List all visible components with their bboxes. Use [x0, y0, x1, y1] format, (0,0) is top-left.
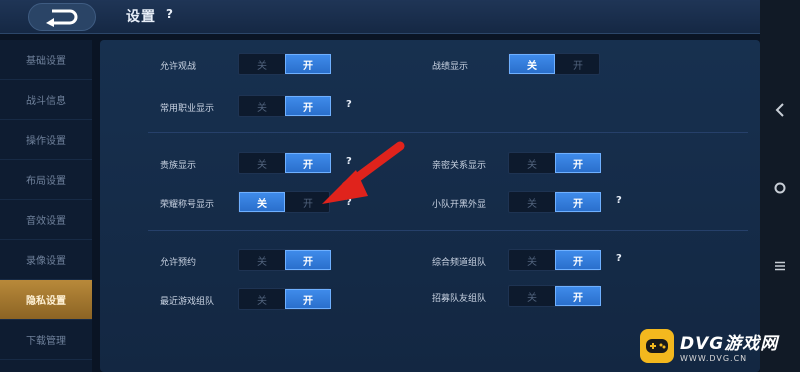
sidebar-item-label: 战斗信息 [26, 96, 66, 107]
toggle-general-channel-team[interactable]: 关 开 [508, 249, 601, 271]
sidebar-item-label: 隐私设置 [26, 296, 66, 307]
sidebar-item-layout[interactable]: 布局设置 [0, 160, 92, 200]
header-bar: 设置 ? [0, 0, 760, 34]
toggle-off-option[interactable]: 关 [509, 250, 555, 270]
menu-icon[interactable] [770, 256, 790, 276]
toggle-on-option[interactable]: 开 [285, 54, 331, 74]
help-button[interactable]: ? [346, 99, 352, 110]
red-arrow-annotation [322, 141, 405, 204]
toggle-off-option[interactable]: 关 [239, 153, 285, 173]
setting-label: 允许观战 [160, 62, 197, 72]
toggle-off-option[interactable]: 关 [239, 54, 285, 74]
help-button[interactable]: ? [616, 195, 622, 206]
sidebar-item-label: 布局设置 [26, 176, 66, 187]
setting-label: 综合频道组队 [432, 258, 487, 268]
sidebar-item-label: 下载管理 [26, 336, 66, 347]
toggle-on-option[interactable]: 开 [555, 192, 601, 212]
toggle-allow-reservation[interactable]: 关 开 [238, 249, 331, 271]
setting-label: 小队开黑外显 [432, 200, 487, 210]
watermark-name: DVG游戏网 [680, 334, 779, 354]
sidebar-item-label: 操作设置 [26, 136, 66, 147]
setting-label: 战绩显示 [432, 62, 469, 72]
help-button[interactable]: ? [616, 253, 622, 264]
setting-label: 荣耀称号显示 [160, 200, 215, 210]
toggle-common-role-display[interactable]: 关 开 [238, 95, 331, 117]
settings-sidebar: 基础设置 战斗信息 操作设置 布局设置 音效设置 录像设置 隐私设置 下载管理 [0, 40, 92, 372]
sidebar-item-label: 基础设置 [26, 56, 66, 67]
setting-label: 允许预约 [160, 258, 197, 268]
toggle-on-option[interactable]: 开 [555, 153, 601, 173]
sidebar-item-label: 音效设置 [26, 216, 66, 227]
toggle-on-option[interactable]: 开 [555, 250, 601, 270]
toggle-allow-spectate[interactable]: 关 开 [238, 53, 331, 75]
sidebar-item-label: 录像设置 [26, 256, 66, 267]
page-title: 设置 [126, 9, 156, 25]
toggle-recent-game-team[interactable]: 关 开 [238, 288, 331, 310]
toggle-off-option[interactable]: 关 [239, 250, 285, 270]
toggle-on-option[interactable]: 开 [285, 289, 331, 309]
section-divider [148, 230, 748, 231]
setting-label: 贵族显示 [160, 161, 197, 171]
setting-label: 招募队友组队 [432, 294, 487, 304]
setting-label: 常用职业显示 [160, 104, 215, 114]
toggle-on-option[interactable]: 开 [555, 286, 601, 306]
chevron-left-icon[interactable] [770, 100, 790, 120]
sidebar-item-controls[interactable]: 操作设置 [0, 120, 92, 160]
sidebar-item-battle[interactable]: 战斗信息 [0, 80, 92, 120]
setting-label: 最近游戏组队 [160, 297, 215, 307]
toggle-squad-external-display[interactable]: 关 开 [508, 191, 601, 213]
sidebar-item-downloads[interactable]: 下载管理 [0, 320, 92, 360]
home-circle-icon[interactable] [770, 178, 790, 198]
toggle-on-option[interactable]: 开 [285, 250, 331, 270]
section-divider [148, 132, 748, 133]
toggle-off-option[interactable]: 关 [239, 96, 285, 116]
back-button[interactable] [28, 3, 96, 31]
back-arrow-icon [46, 9, 78, 27]
title-help-button[interactable]: ? [166, 7, 173, 21]
toggle-on-option[interactable]: 开 [555, 54, 601, 74]
toggle-off-option[interactable]: 关 [509, 54, 555, 74]
toggle-recruit-teammates[interactable]: 关 开 [508, 285, 601, 307]
system-nav-bar [760, 0, 800, 372]
toggle-off-option[interactable]: 关 [509, 153, 555, 173]
gamepad-logo-icon [640, 329, 674, 363]
toggle-off-option[interactable]: 关 [239, 289, 285, 309]
toggle-on-option[interactable]: 开 [285, 96, 331, 116]
toggle-off-option[interactable]: 关 [239, 192, 285, 212]
setting-label: 亲密关系显示 [432, 161, 487, 171]
watermark-url: WWW.DVG.CN [680, 354, 748, 363]
sidebar-item-basic[interactable]: 基础设置 [0, 40, 92, 80]
sidebar-item-audio[interactable]: 音效设置 [0, 200, 92, 240]
sidebar-item-privacy[interactable]: 隐私设置 [0, 280, 92, 320]
toggle-record-display[interactable]: 关 开 [508, 53, 600, 75]
toggle-off-option[interactable]: 关 [509, 286, 555, 306]
toggle-off-option[interactable]: 关 [509, 192, 555, 212]
toggle-intimacy-display[interactable]: 关 开 [508, 152, 601, 174]
settings-panel: 允许观战 关 开 战绩显示 关 开 常用职业显示 关 开 ? 贵族显示 关 开 … [100, 40, 760, 372]
sidebar-item-replay[interactable]: 录像设置 [0, 240, 92, 280]
site-watermark: DVG游戏网 WWW.DVG.CN [640, 326, 800, 366]
